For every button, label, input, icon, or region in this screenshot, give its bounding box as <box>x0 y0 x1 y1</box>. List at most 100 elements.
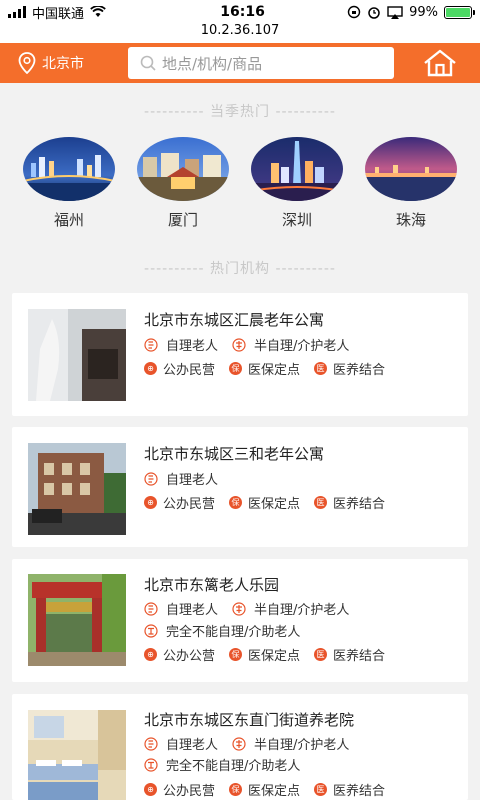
institution-card[interactable]: 北京市东城区东直门街道养老院 自理老人 半自理/介护老人 完全不能自理/介助老人… <box>12 694 468 800</box>
care-tag: 完全不能自理/介助老人 <box>144 621 300 640</box>
feature-tag: 保医保定点 <box>229 780 300 799</box>
care-tag: 半自理/介护老人 <box>232 734 349 753</box>
care-type-row: 自理老人 半自理/介护老人 <box>144 734 363 753</box>
care-tag-label: 自理老人 <box>166 738 219 753</box>
city-card-shenzhen[interactable]: 深圳 <box>247 137 347 230</box>
feature-row: ⊕ 公办民营 保医保定点 医医养结合 <box>144 780 399 799</box>
city-image <box>251 137 343 201</box>
feature-tag-label: 医保定点 <box>248 497 301 512</box>
feature-tag-label: 医养结合 <box>333 784 386 799</box>
feature-tag-label: 公办民营 <box>163 497 216 512</box>
status-bar: 中国联通 16:16 99% <box>0 0 480 24</box>
city-card-zhuhai[interactable]: 珠海 <box>361 137 461 230</box>
feature-tag-label: 公办公营 <box>163 649 216 664</box>
rotation-lock-icon <box>347 5 361 19</box>
search-icon <box>140 55 156 71</box>
full-care-icon <box>144 757 158 772</box>
city-image <box>23 137 115 201</box>
city-name: 深圳 <box>281 211 312 229</box>
institution-card[interactable]: 北京市东城区三和老年公寓 自理老人 ⊕ 公办民营 保医保定点 医医养结合 <box>12 427 468 547</box>
city-name: 厦门 <box>167 211 198 229</box>
insurance-icon: 保 <box>229 648 243 661</box>
feature-row: ⊕ 公办公营 保医保定点 医医养结合 <box>144 645 399 664</box>
carrier-label: 中国联通 <box>32 6 85 22</box>
ownership-icon: ⊕ <box>144 496 157 509</box>
care-tag-label: 完全不能自理/介助老人 <box>166 625 301 640</box>
feature-tag-label: 公办民营 <box>163 363 216 378</box>
feature-tag: 保医保定点 <box>229 359 300 378</box>
search-placeholder: 地点/机构/商品 <box>162 54 263 73</box>
institution-photo <box>28 309 126 401</box>
feature-tag-label: 公办民营 <box>163 784 216 799</box>
feature-tag-label: 医保定点 <box>248 363 301 378</box>
care-tag: 自理老人 <box>144 734 218 753</box>
self-care-icon <box>144 471 158 486</box>
institution-name: 北京市东城区东直门街道养老院 <box>144 711 355 729</box>
ip-address: 10.2.36.107 <box>0 23 480 43</box>
feature-tag: 医医养结合 <box>314 645 385 664</box>
care-tag: 自理老人 <box>144 469 218 488</box>
ownership-icon: ⊕ <box>144 648 157 661</box>
feature-tag-label: 医养结合 <box>333 649 386 664</box>
battery-percent: 99% <box>409 4 438 20</box>
full-care-icon <box>144 623 158 638</box>
care-tag: 自理老人 <box>144 335 218 354</box>
medical-icon: 医 <box>314 362 328 375</box>
city-list: 福州 厦门 深圳 珠海 <box>0 137 480 230</box>
care-tag-label: 自理老人 <box>166 603 219 618</box>
feature-tag-label: 医保定点 <box>248 784 301 799</box>
care-tag: 半自理/介护老人 <box>232 599 349 618</box>
feature-tag: ⊕ 公办民营 <box>144 493 215 512</box>
battery-icon <box>444 5 475 19</box>
care-tag-label: 自理老人 <box>166 473 219 488</box>
city-label: 北京市 <box>42 56 84 72</box>
city-selector[interactable]: 北京市 <box>0 52 128 74</box>
institution-card[interactable]: 北京市东篱老人乐园 自理老人 半自理/介护老人 完全不能自理/介助老人 ⊕ 公办公… <box>12 559 468 682</box>
feature-tag: 保医保定点 <box>229 493 300 512</box>
care-tag-label: 完全不能自理/介助老人 <box>166 759 301 774</box>
insurance-icon: 保 <box>229 496 243 509</box>
care-tag-label: 自理老人 <box>166 339 219 354</box>
city-name: 福州 <box>53 211 84 229</box>
institution-photo <box>28 574 126 666</box>
wifi-icon <box>90 6 106 17</box>
search-input[interactable]: 地点/机构/商品 <box>128 47 394 79</box>
institution-card[interactable]: 北京市东城区汇晨老年公寓 自理老人 半自理/介护老人 ⊕ 公办民营 保医保定点 医… <box>12 293 468 416</box>
feature-row: ⊕ 公办民营 保医保定点 医医养结合 <box>144 493 399 512</box>
self-care-icon <box>144 601 158 616</box>
home-icon <box>424 49 456 77</box>
city-name: 珠海 <box>395 211 426 229</box>
semi-care-icon <box>232 736 246 751</box>
feature-tag: ⊕ 公办公营 <box>144 645 215 664</box>
city-image <box>137 137 229 201</box>
care-tag-label: 半自理/介护老人 <box>254 339 350 354</box>
clock: 16:16 <box>220 4 265 20</box>
care-tag-label: 半自理/介护老人 <box>254 603 350 618</box>
care-type-row: 完全不能自理/介助老人 <box>144 621 314 640</box>
feature-tag: ⊕ 公办民营 <box>144 359 215 378</box>
city-card-fuzhou[interactable]: 福州 <box>19 137 119 230</box>
institution-name: 北京市东城区三和老年公寓 <box>144 445 325 463</box>
city-image <box>365 137 457 201</box>
feature-tag: 医医养结合 <box>314 359 385 378</box>
care-type-row: 完全不能自理/介助老人 <box>144 755 314 774</box>
care-tag-label: 半自理/介护老人 <box>254 738 350 753</box>
self-care-icon <box>144 337 158 352</box>
home-button[interactable] <box>422 48 458 78</box>
care-tag: 半自理/介护老人 <box>232 335 349 354</box>
medical-icon: 医 <box>314 648 328 661</box>
institution-photo <box>28 710 126 800</box>
feature-tag: 保医保定点 <box>229 645 300 664</box>
care-type-row: 自理老人 半自理/介护老人 <box>144 599 363 618</box>
institution-photo <box>28 443 126 535</box>
feature-tag-label: 医养结合 <box>333 363 386 378</box>
ownership-icon: ⊕ <box>144 362 157 375</box>
city-card-xiamen[interactable]: 厦门 <box>133 137 233 230</box>
semi-care-icon <box>232 601 246 616</box>
top-header: 北京市 地点/机构/商品 <box>0 43 480 83</box>
medical-icon: 医 <box>314 496 328 509</box>
feature-tag-label: 医保定点 <box>248 649 301 664</box>
insurance-icon: 保 <box>229 783 243 796</box>
medical-icon: 医 <box>314 783 328 796</box>
self-care-icon <box>144 736 158 751</box>
